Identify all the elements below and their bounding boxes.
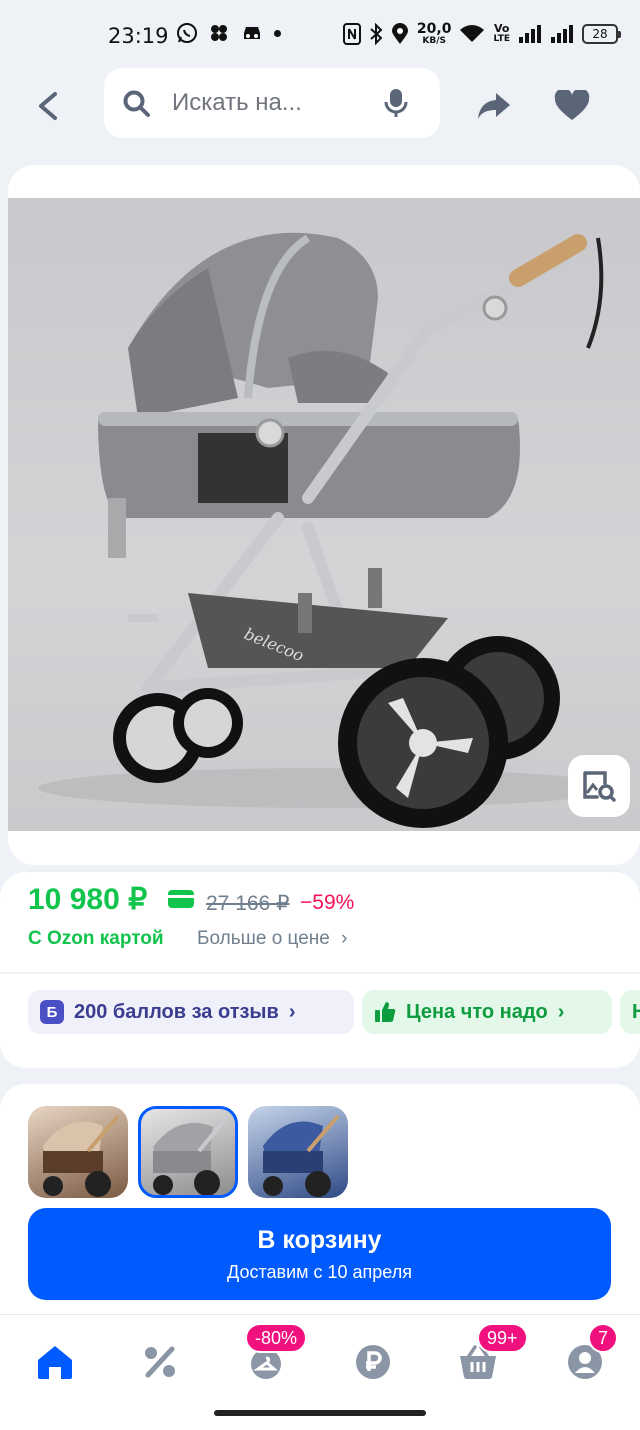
heart-icon xyxy=(554,90,590,120)
variant-thumb-blue[interactable] xyxy=(248,1106,348,1198)
chevron-right-icon: › xyxy=(341,928,348,949)
net-speed: 20,0 KB/S xyxy=(416,21,452,46)
chevron-right-icon: › xyxy=(288,1000,296,1023)
chevron-right-icon: › xyxy=(557,1000,565,1023)
nav-profile[interactable]: 7 xyxy=(560,1323,618,1387)
volte-icon: Vo LTE xyxy=(493,22,510,44)
percent-icon xyxy=(145,1346,175,1378)
location-icon xyxy=(391,23,408,44)
dot-icon xyxy=(274,29,281,37)
search-bar[interactable]: Искать на... xyxy=(104,68,440,138)
signal-icon xyxy=(519,25,541,43)
delivery-date-label: Доставим с 10 апреля xyxy=(227,1262,412,1282)
price-section: 10 980 ₽ 27 166 ₽ −59% С Ozon картой Бол… xyxy=(0,872,640,1068)
share-icon xyxy=(478,93,510,119)
stroller-thumb-image xyxy=(263,1114,340,1197)
whatsapp-icon xyxy=(177,23,197,43)
search-placeholder: Искать на... xyxy=(172,89,302,116)
discount-percent: −59% xyxy=(300,891,355,914)
app-icon xyxy=(211,25,227,41)
share-button[interactable] xyxy=(470,82,518,130)
good-price-label: Цена что надо xyxy=(406,1000,548,1023)
status-time: 23:19 xyxy=(108,24,169,48)
wifi-icon xyxy=(460,25,485,42)
home-indicator xyxy=(214,1410,426,1416)
bluetooth-icon xyxy=(370,23,383,45)
back-button[interactable] xyxy=(24,82,72,130)
review-points-chip[interactable]: Б 200 баллов за отзыв › xyxy=(28,990,354,1034)
top-app-bar: Искать на... xyxy=(0,68,640,144)
search-icon xyxy=(123,90,150,117)
signal-icon xyxy=(551,25,573,43)
product-photo[interactable]: belecoo xyxy=(8,198,640,831)
fresh-badge: -80% xyxy=(245,1323,308,1353)
ruble-icon xyxy=(356,1345,390,1379)
review-points-label: 200 баллов за отзыв xyxy=(74,1000,279,1023)
more-about-price-link[interactable]: Больше о цене › xyxy=(197,928,347,950)
stroller-image: belecoo xyxy=(38,232,618,828)
nav-home[interactable] xyxy=(30,1337,80,1387)
variant-thumb-brown[interactable] xyxy=(28,1106,128,1198)
current-price: 10 980 ₽ xyxy=(28,883,148,916)
home-icon xyxy=(38,1346,72,1379)
profile-badge: 7 xyxy=(588,1323,618,1353)
cart-count-badge: 99+ xyxy=(477,1323,528,1353)
visual-search-button[interactable] xyxy=(568,755,630,817)
nfc-icon xyxy=(342,23,361,45)
product-gallery-card: belecoo xyxy=(8,165,640,865)
thumbs-up-icon xyxy=(375,1002,396,1022)
add-to-cart-button[interactable]: В корзину Доставим с 10 апреля xyxy=(28,1208,611,1300)
divider xyxy=(0,972,640,974)
nav-fresh[interactable]: -80% xyxy=(241,1323,308,1387)
back-arrow-icon xyxy=(39,92,57,120)
stroller-thumb-image xyxy=(43,1114,120,1197)
image-search-icon xyxy=(583,771,616,802)
car-icon xyxy=(244,27,260,39)
status-bar: 23:19 20,0 KB/S Vo LTE 28 xyxy=(0,0,640,70)
old-price: 27 166 ₽ xyxy=(206,892,290,915)
nav-discounts[interactable] xyxy=(135,1337,185,1387)
card-icon xyxy=(168,890,194,908)
stroller-thumb-image xyxy=(153,1115,229,1195)
good-price-chip[interactable]: Цена что надо › xyxy=(362,990,612,1034)
system-icons: 20,0 KB/S Vo LTE 28 xyxy=(342,21,621,46)
nav-finance[interactable] xyxy=(348,1337,398,1387)
add-to-cart-label: В корзину xyxy=(257,1226,382,1254)
notification-icons xyxy=(176,22,281,44)
microphone-icon[interactable] xyxy=(384,88,408,118)
points-badge-icon: Б xyxy=(40,1000,64,1024)
ozon-card-label[interactable]: С Ozon картой xyxy=(28,928,164,950)
variant-thumb-grey-selected[interactable] xyxy=(138,1106,238,1198)
next-chip[interactable]: Н xyxy=(620,990,640,1034)
favorite-button[interactable] xyxy=(548,82,596,130)
battery-icon: 28 xyxy=(582,24,621,44)
next-chip-label: Н xyxy=(632,1000,640,1023)
nav-cart[interactable]: 99+ xyxy=(453,1323,528,1387)
more-about-price-label: Больше о цене xyxy=(197,928,330,949)
